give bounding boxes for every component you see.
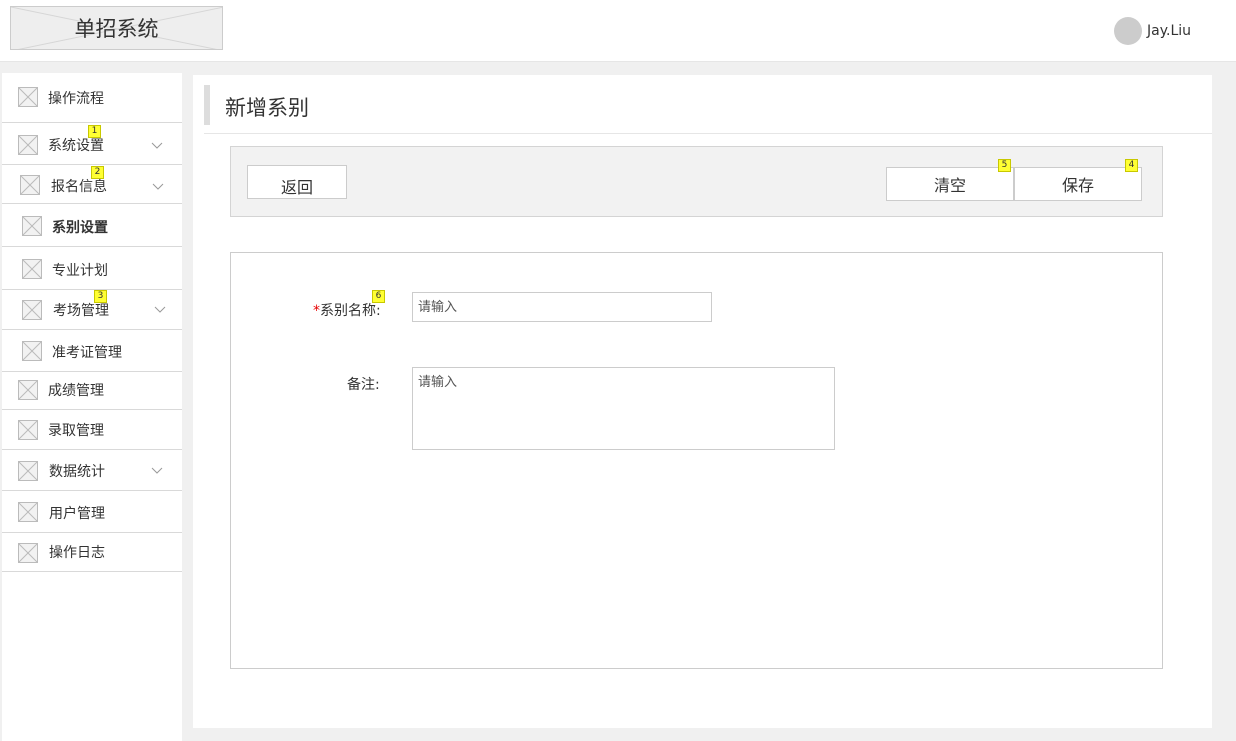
remark-label: 备注: — [347, 377, 380, 393]
sidebar-item-users[interactable]: 用户管理 — [2, 491, 182, 533]
annotation-badge: 4 — [1125, 159, 1138, 172]
image-placeholder-icon — [18, 543, 38, 563]
app-title: 单招系统 — [74, 17, 159, 41]
required-mark: * — [313, 303, 320, 319]
chevron-down-icon[interactable] — [151, 142, 163, 150]
save-button[interactable]: 保存 — [1014, 167, 1142, 201]
department-name-label: *系别名称: — [313, 300, 381, 320]
department-name-input[interactable] — [412, 292, 712, 322]
remark-textarea[interactable] — [412, 367, 835, 450]
image-placeholder-icon — [18, 420, 38, 440]
image-placeholder-icon — [22, 216, 42, 236]
image-placeholder-icon — [18, 461, 38, 481]
annotation-badge: 2 — [91, 166, 104, 179]
sidebar-item-department-settings[interactable]: 系别设置 — [2, 204, 182, 247]
main-content: 新增系别 返回 清空 5 保存 4 *系别名称: 6 备注: — [193, 75, 1212, 728]
sidebar-item-registration[interactable]: 报名信息 2 — [2, 165, 182, 204]
sidebar-item-major-plan[interactable]: 专业计划 — [2, 247, 182, 290]
sidebar-item-label: 系别设置 — [52, 220, 108, 236]
sidebar-item-label: 操作流程 — [48, 91, 104, 107]
sidebar-item-label: 成绩管理 — [48, 383, 104, 399]
annotation-badge: 3 — [94, 290, 107, 303]
image-placeholder-icon — [18, 502, 38, 522]
page-title-bar: 新增系别 — [204, 83, 1212, 134]
sidebar-item-label: 数据统计 — [49, 464, 105, 480]
image-placeholder-icon — [18, 135, 38, 155]
chevron-down-icon[interactable] — [154, 306, 166, 314]
sidebar-item-label: 操作日志 — [49, 545, 105, 561]
sidebar-item-label: 专业计划 — [52, 263, 108, 279]
sidebar-item-label: 用户管理 — [49, 506, 105, 522]
sidebar-item-process[interactable]: 操作流程 — [2, 73, 182, 123]
sidebar-item-exam-room[interactable]: 考场管理 3 — [2, 290, 182, 330]
chevron-down-icon[interactable] — [152, 183, 164, 191]
sidebar-item-admission[interactable]: 录取管理 — [2, 410, 182, 450]
chevron-down-icon[interactable] — [151, 467, 163, 475]
department-name-label-text: 系别名称: — [320, 303, 381, 319]
image-placeholder-icon — [20, 175, 40, 195]
sidebar-item-scores[interactable]: 成绩管理 — [2, 372, 182, 410]
sidebar-item-system-settings[interactable]: 系统设置 1 — [2, 123, 182, 165]
sidebar-item-label: 系统设置 — [48, 138, 104, 154]
page-title: 新增系别 — [225, 96, 309, 120]
sidebar-item-statistics[interactable]: 数据统计 — [2, 450, 182, 491]
image-placeholder-icon — [18, 87, 38, 107]
sidebar: 操作流程 系统设置 1 报名信息 2 系别设置 专业计划 考场管理 3 准考证管… — [2, 73, 182, 741]
title-accent-bar — [204, 85, 210, 125]
back-button[interactable]: 返回 — [247, 165, 347, 199]
user-name: Jay.Liu — [1147, 23, 1192, 39]
sidebar-item-label: 考场管理 — [53, 303, 109, 319]
sidebar-item-admission-ticket[interactable]: 准考证管理 — [2, 330, 182, 372]
form-panel: *系别名称: 6 备注: — [230, 252, 1163, 669]
sidebar-item-label: 准考证管理 — [52, 345, 122, 361]
image-placeholder-icon — [22, 259, 42, 279]
image-placeholder-icon — [22, 341, 42, 361]
clear-button[interactable]: 清空 — [886, 167, 1014, 201]
action-toolbar: 返回 清空 5 保存 4 — [230, 146, 1163, 217]
image-placeholder-icon — [22, 300, 42, 320]
annotation-badge: 6 — [372, 290, 385, 303]
sidebar-item-operation-log[interactable]: 操作日志 — [2, 533, 182, 572]
annotation-badge: 1 — [88, 125, 101, 138]
annotation-badge: 5 — [998, 159, 1011, 172]
top-bar: 单招系统 Jay.Liu — [0, 0, 1236, 62]
user-menu[interactable]: Jay.Liu — [1114, 17, 1191, 45]
image-placeholder-icon — [18, 380, 38, 400]
app-logo[interactable]: 单招系统 — [10, 6, 223, 50]
sidebar-item-label: 录取管理 — [48, 423, 104, 439]
sidebar-item-label: 报名信息 — [51, 179, 107, 195]
avatar[interactable] — [1114, 17, 1142, 45]
